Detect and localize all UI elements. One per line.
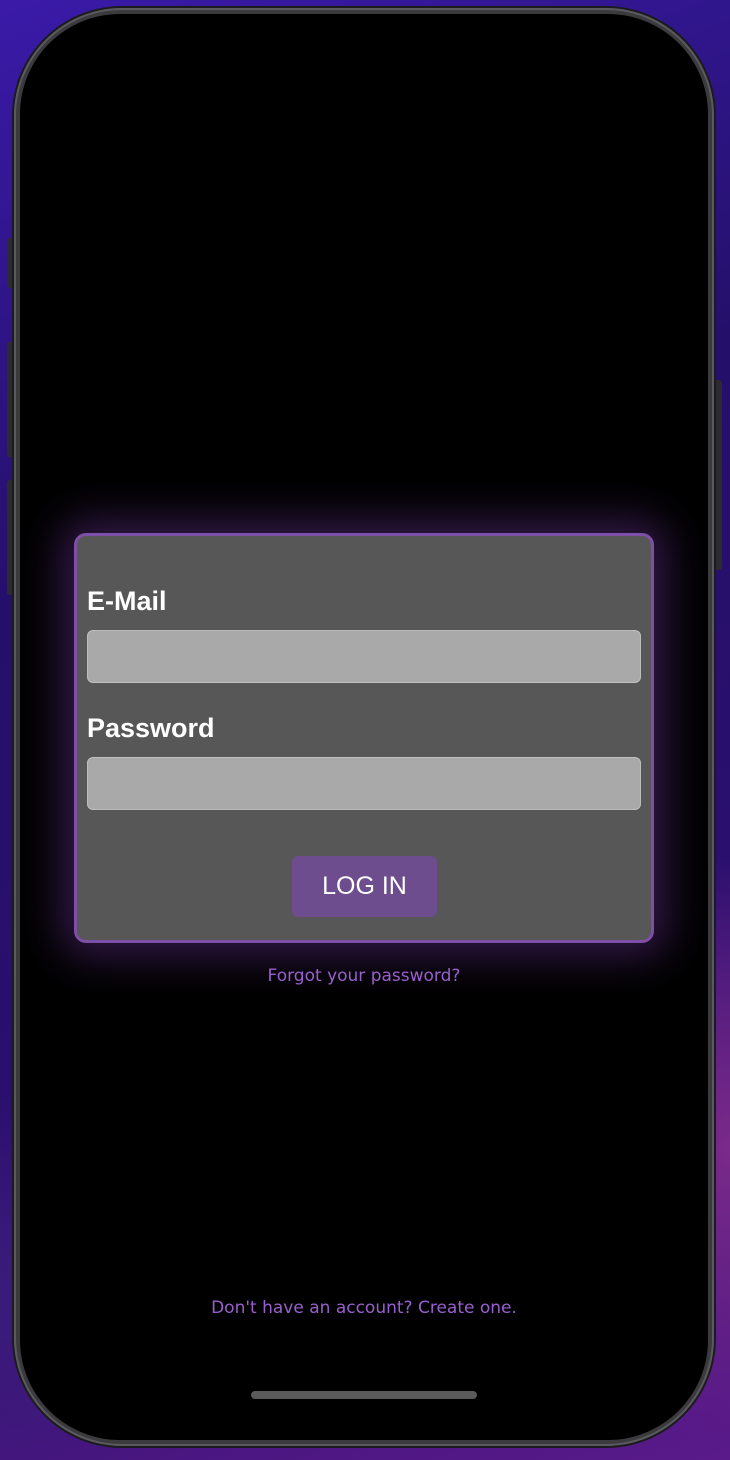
login-card: E-Mail Password LOG IN — [74, 533, 654, 943]
forgot-password-link[interactable]: Forgot your password? — [20, 966, 708, 986]
login-button[interactable]: LOG IN — [292, 856, 437, 917]
home-indicator — [251, 1391, 477, 1399]
password-label: Password — [87, 713, 215, 743]
phone-screen: E-Mail Password LOG IN Forgot your passw… — [20, 14, 708, 1440]
email-field[interactable] — [87, 630, 641, 683]
create-account-link[interactable]: Don't have an account? Create one. — [20, 1298, 708, 1318]
email-label: E-Mail — [87, 586, 167, 616]
power-button — [714, 380, 722, 570]
password-field[interactable] — [87, 757, 641, 810]
